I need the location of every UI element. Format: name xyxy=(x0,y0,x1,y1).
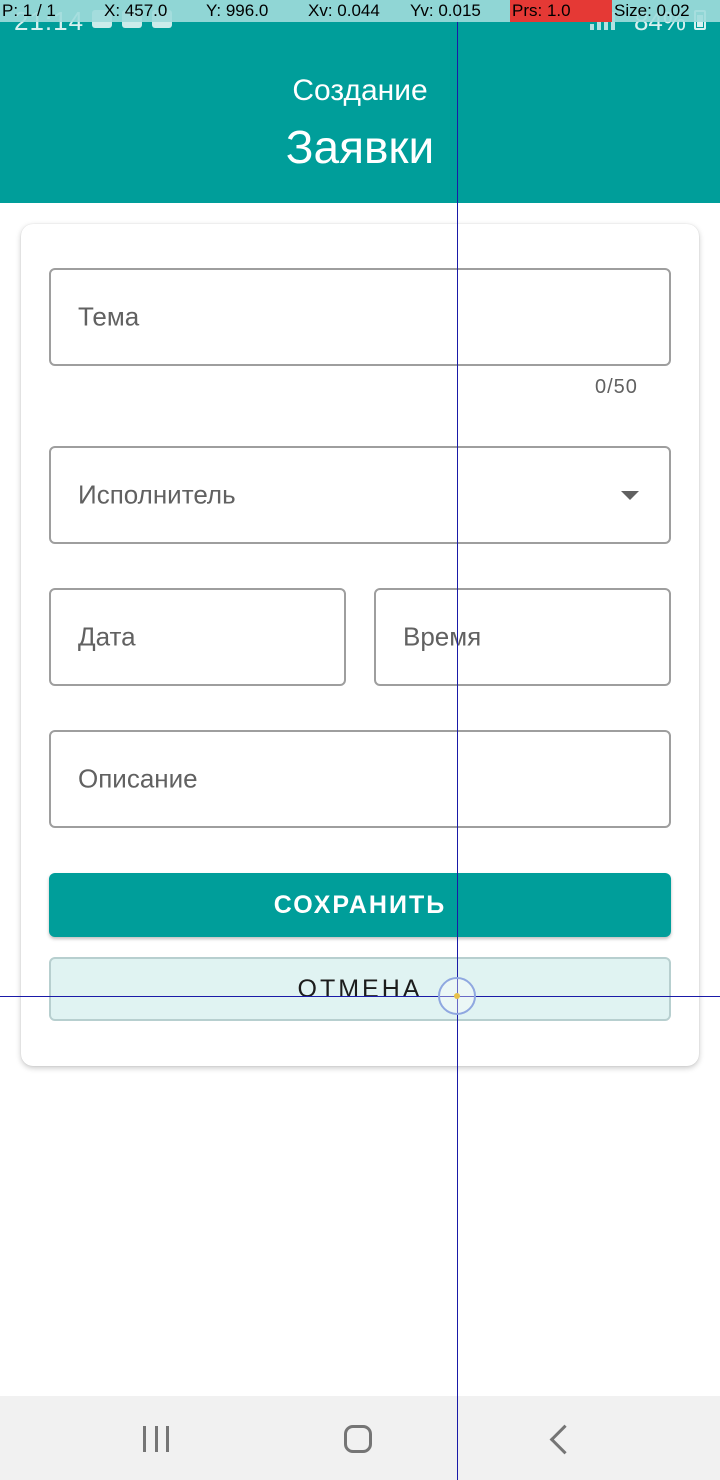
theme-char-counter: 0/50 xyxy=(595,376,638,398)
time-input[interactable]: Время xyxy=(374,588,671,686)
description-input-label: Описание xyxy=(78,763,198,794)
page-subtitle: Создание xyxy=(292,74,428,107)
system-nav-bar xyxy=(0,1396,720,1480)
screen: 21:14 84% Создание Заявки Тема 0/50 Испо… xyxy=(0,0,720,1480)
pointer-crosshair-horizontal xyxy=(0,996,720,997)
theme-input-label: Тема xyxy=(78,301,140,332)
touch-point xyxy=(454,993,460,999)
executor-dropdown-label: Исполнитель xyxy=(78,479,236,510)
app-bar: 21:14 84% Создание Заявки xyxy=(0,0,720,203)
dropdown-arrow-icon xyxy=(621,491,639,500)
debug-x: X: 457.0 xyxy=(102,0,204,22)
time-input-label: Время xyxy=(403,621,482,652)
debug-xv: Xv: 0.044 xyxy=(306,0,408,22)
debug-size: Size: 0.02 xyxy=(612,0,720,22)
debug-pressure: Prs: 1.0 xyxy=(510,0,612,22)
pointer-crosshair-vertical xyxy=(457,0,458,1480)
home-icon[interactable] xyxy=(344,1425,372,1453)
theme-input[interactable]: Тема xyxy=(49,268,671,366)
debug-yv: Yv: 0.015 xyxy=(408,0,510,22)
date-input-label: Дата xyxy=(78,621,136,652)
recent-apps-icon[interactable] xyxy=(143,1426,169,1452)
pointer-debug-bar: P: 1 / 1 X: 457.0 Y: 996.0 Xv: 0.044 Yv:… xyxy=(0,0,720,22)
request-form-card: Тема 0/50 Исполнитель Дата Время Описани… xyxy=(21,224,699,1066)
description-input[interactable]: Описание xyxy=(49,730,671,828)
executor-dropdown[interactable]: Исполнитель xyxy=(49,446,671,544)
cancel-button[interactable]: ОТМЕНА xyxy=(49,957,671,1021)
page-title: Заявки xyxy=(285,121,435,173)
debug-y: Y: 996.0 xyxy=(204,0,306,22)
date-input[interactable]: Дата xyxy=(49,588,346,686)
back-icon[interactable] xyxy=(549,1424,580,1455)
debug-pointer-count: P: 1 / 1 xyxy=(0,0,102,22)
save-button[interactable]: СОХРАНИТЬ xyxy=(49,873,671,937)
